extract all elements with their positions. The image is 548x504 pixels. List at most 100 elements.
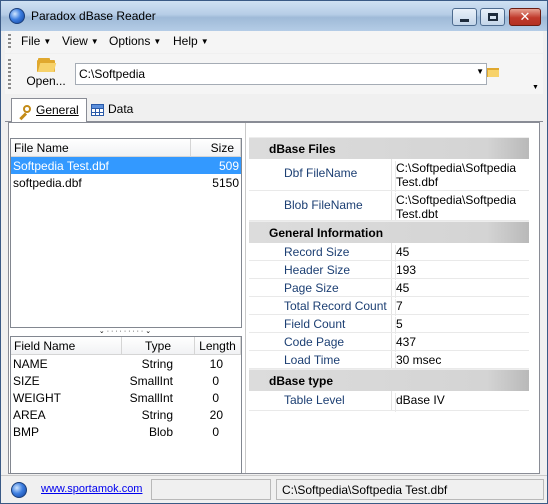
property-blob-filename[interactable]: Blob FileName C:\Softpedia\Softpedia Test… bbox=[249, 191, 529, 222]
menubar-grip[interactable] bbox=[8, 34, 11, 50]
property-dbf-filename[interactable]: Dbf FileName C:\Softpedia\Softpedia Test.… bbox=[249, 159, 529, 192]
property-row[interactable]: Total Record Count 7 bbox=[249, 297, 529, 316]
tab-general-label: General bbox=[36, 103, 79, 117]
file-name: softpedia.dbf bbox=[13, 176, 82, 190]
toolbar-overflow-icon[interactable]: ▼ bbox=[532, 84, 539, 91]
property-name: Total Record Count bbox=[284, 299, 387, 313]
menu-file[interactable]: File ▼ bbox=[21, 34, 51, 48]
status-bar: www.sportamok.com C:\Softpedia\Softpedia… bbox=[1, 475, 547, 503]
column-header-size[interactable]: Size bbox=[191, 139, 241, 157]
property-value-line: C:\Softpedia\Softpedia bbox=[396, 161, 517, 175]
property-value-line: Test.dbf bbox=[396, 175, 439, 189]
close-icon: ✕ bbox=[519, 9, 531, 25]
field-name: NAME bbox=[13, 357, 48, 371]
open-folder-icon bbox=[37, 58, 57, 72]
property-row[interactable]: Page Size 45 bbox=[249, 279, 529, 298]
maximize-button[interactable] bbox=[480, 8, 505, 26]
toolbar-grip[interactable] bbox=[8, 59, 11, 89]
property-value: C:\Softpedia\Softpedia Test.dbf bbox=[395, 161, 516, 192]
minimize-icon bbox=[460, 18, 469, 22]
column-header-field-name[interactable]: Field Name bbox=[11, 337, 122, 355]
chevron-down-icon: ▼ bbox=[153, 37, 162, 46]
field-row[interactable]: WEIGHT SmallInt 0 bbox=[11, 389, 241, 406]
menu-options-label: Options bbox=[109, 34, 151, 48]
property-row[interactable]: Load Time 30 msec bbox=[249, 351, 529, 370]
toolbar: Open... C:\Softpedia ▼ ▼ bbox=[5, 54, 543, 94]
category-general-information[interactable]: General Information bbox=[249, 221, 529, 243]
field-name: WEIGHT bbox=[13, 391, 61, 405]
browse-folder-button[interactable] bbox=[487, 66, 501, 78]
column-header-file-name[interactable]: File Name bbox=[11, 139, 191, 157]
open-button[interactable]: Open... bbox=[23, 56, 69, 92]
panel-splitter[interactable] bbox=[245, 123, 246, 473]
field-list-header: Field Name Type Length bbox=[11, 337, 241, 355]
field-name: AREA bbox=[13, 408, 46, 422]
chevron-down-icon: ▼ bbox=[200, 37, 209, 46]
property-value-line: C:\Softpedia\Softpedia bbox=[396, 193, 517, 207]
chevron-down-icon: ▼ bbox=[43, 37, 52, 46]
field-name: BMP bbox=[13, 425, 40, 439]
field-row[interactable]: SIZE SmallInt 0 bbox=[11, 372, 241, 389]
website-link[interactable]: www.sportamok.com bbox=[41, 483, 142, 495]
property-name: Dbf FileName bbox=[284, 166, 358, 180]
file-name: Softpedia Test.dbf bbox=[13, 159, 109, 173]
app-globe-icon bbox=[9, 8, 25, 24]
field-length: 0 bbox=[212, 374, 219, 388]
file-row[interactable]: Softpedia Test.dbf 509 bbox=[11, 157, 241, 174]
field-row[interactable]: BMP Blob 0 bbox=[11, 423, 241, 440]
property-value: 5 bbox=[395, 317, 403, 334]
file-list-header: File Name Size bbox=[11, 139, 241, 157]
property-name: Field Count bbox=[284, 317, 346, 331]
property-value: 45 bbox=[395, 245, 409, 262]
column-header-type[interactable]: Type bbox=[122, 337, 195, 355]
menu-help[interactable]: Help ▼ bbox=[173, 34, 209, 48]
file-row[interactable]: softpedia.dbf 5150 bbox=[11, 174, 241, 191]
file-size: 509 bbox=[218, 159, 239, 173]
property-value: 7 bbox=[395, 299, 403, 316]
field-type: String bbox=[141, 357, 173, 371]
field-list[interactable]: Field Name Type Length NAME String 10 SI… bbox=[10, 336, 242, 474]
property-name: Code Page bbox=[284, 335, 345, 349]
category-dbase-files[interactable]: dBase Files bbox=[249, 137, 529, 159]
menu-file-label: File bbox=[21, 34, 41, 48]
chevron-down-icon[interactable]: ▼ bbox=[476, 67, 484, 76]
minimize-button[interactable] bbox=[452, 8, 477, 26]
property-table-level[interactable]: Table Level dBase IV bbox=[249, 391, 529, 412]
property-grid[interactable]: dBase Files Dbf FileName C:\Softpedia\So… bbox=[249, 137, 529, 473]
file-size: 5150 bbox=[212, 176, 239, 190]
property-name: Record Size bbox=[284, 245, 350, 259]
tab-data[interactable]: Data bbox=[85, 98, 145, 122]
menu-view-label: View bbox=[62, 34, 88, 48]
field-row[interactable]: AREA String 20 bbox=[11, 406, 241, 423]
field-length: 0 bbox=[212, 391, 219, 405]
menu-view[interactable]: View ▼ bbox=[62, 34, 99, 48]
path-value: C:\Softpedia bbox=[79, 67, 146, 81]
property-row[interactable]: Header Size 193 bbox=[249, 261, 529, 280]
status-current-file: C:\Softpedia\Softpedia Test.dbf bbox=[276, 479, 544, 500]
close-button[interactable]: ✕ bbox=[509, 8, 541, 26]
path-combobox[interactable]: C:\Softpedia ▼ bbox=[75, 63, 487, 85]
property-row[interactable]: Field Count 5 bbox=[249, 315, 529, 334]
property-value: 437 bbox=[395, 335, 416, 352]
window-title: Paradox dBase Reader bbox=[31, 9, 156, 23]
property-name: Load Time bbox=[284, 353, 341, 367]
globe-icon bbox=[11, 482, 27, 498]
file-list[interactable]: File Name Size Softpedia Test.dbf 509 so… bbox=[10, 138, 242, 328]
splitter-handle[interactable]: ⌄ · · · · · · · · · ⌄ bbox=[90, 328, 160, 336]
property-value: 45 bbox=[395, 281, 409, 298]
menu-bar: File ▼ View ▼ Options ▼ Help ▼ bbox=[5, 31, 543, 53]
key-icon bbox=[18, 104, 32, 121]
tab-general[interactable]: General bbox=[11, 98, 87, 123]
title-bar[interactable]: Paradox dBase Reader ✕ bbox=[1, 1, 547, 31]
field-length: 20 bbox=[209, 408, 223, 422]
field-type: Blob bbox=[148, 425, 173, 439]
property-row[interactable]: Code Page 437 bbox=[249, 333, 529, 352]
property-name: Header Size bbox=[284, 263, 351, 277]
field-row[interactable]: NAME String 10 bbox=[11, 355, 241, 372]
category-dbase-type[interactable]: dBase type bbox=[249, 369, 529, 391]
column-header-length[interactable]: Length bbox=[195, 337, 241, 355]
property-value: 30 msec bbox=[395, 353, 441, 370]
menu-options[interactable]: Options ▼ bbox=[109, 34, 161, 48]
property-row[interactable]: Record Size 45 bbox=[249, 243, 529, 262]
field-length: 0 bbox=[212, 425, 219, 439]
